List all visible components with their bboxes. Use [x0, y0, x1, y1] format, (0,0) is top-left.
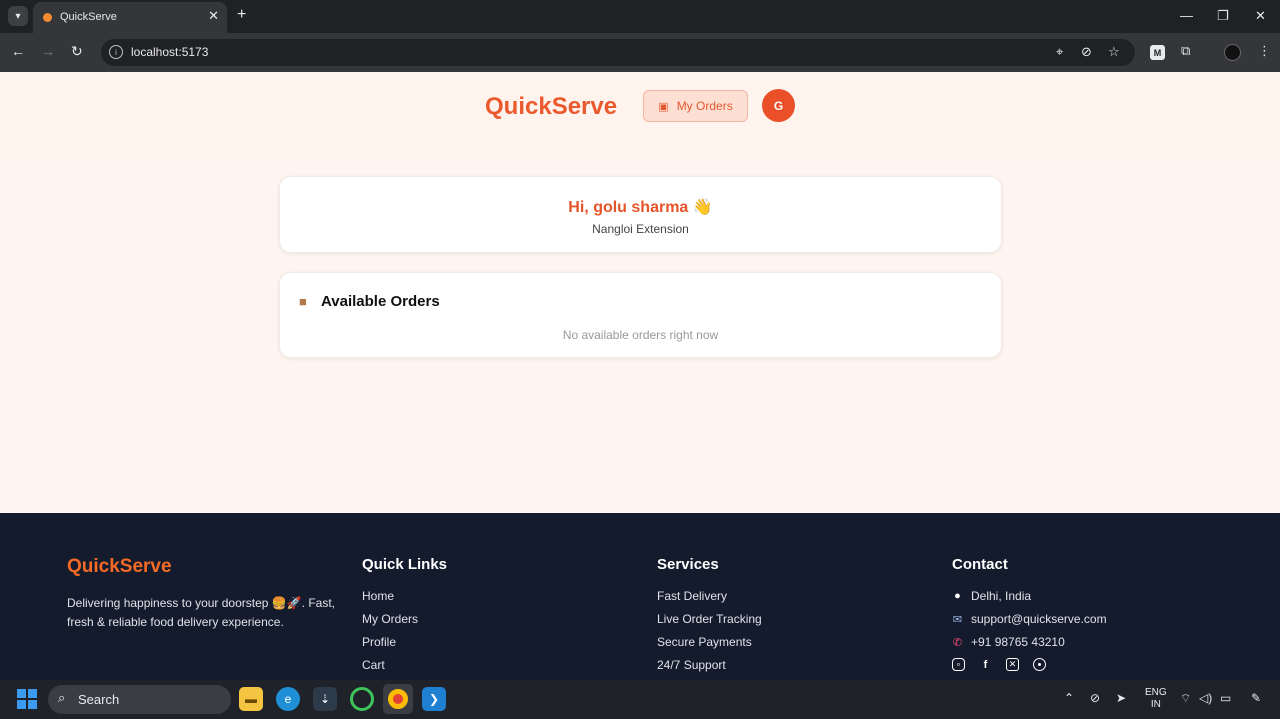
search-icon: ⌕ [58, 690, 66, 705]
contact-email: ✉ support@quickserve.com [952, 612, 1107, 626]
language-line: ENG [1145, 687, 1167, 698]
package-icon: ■ [299, 294, 307, 309]
wifi-icon[interactable]: ⌔ [1180, 691, 1191, 706]
browser-toolbar: ← → ↻ i localhost:5173 ⌖ ⊘ ☆ M ⧉ ⋮ [0, 33, 1280, 72]
profile-avatar-icon[interactable] [1224, 44, 1241, 61]
bookmark-star-icon[interactable]: ☆ [1108, 44, 1120, 60]
tab-search-button[interactable]: ▾ [8, 6, 28, 26]
facebook-icon[interactable]: f [979, 658, 992, 671]
new-tab-icon[interactable]: + [237, 6, 246, 24]
battery-icon[interactable]: ▭ [1220, 691, 1231, 705]
email-icon: ✉ [952, 613, 963, 626]
footer-link-my-orders[interactable]: My Orders [362, 612, 447, 626]
volume-icon[interactable]: ◁) [1199, 691, 1212, 705]
favicon-icon [43, 13, 52, 22]
service-item: Secure Payments [657, 635, 752, 649]
back-icon[interactable]: ← [11, 43, 25, 59]
greeting-text: Hi, golu sharma 👋 [568, 199, 713, 216]
brand-logo[interactable]: QuickServe [485, 93, 617, 121]
minimize-icon[interactable]: — [1180, 8, 1193, 23]
x-twitter-icon[interactable]: ✕ [1006, 658, 1019, 671]
windows-start-icon[interactable] [17, 689, 37, 709]
contact-heading: Contact [952, 556, 1008, 573]
extension-m-icon[interactable]: M [1150, 45, 1165, 60]
services-heading: Services [657, 556, 719, 573]
available-orders-title: Available Orders [321, 293, 440, 310]
social-links: ◦ f ✕ • [952, 658, 1107, 671]
restore-icon[interactable]: ❐ [1217, 8, 1229, 24]
windows-taskbar: ⌕ Search ▬ e ⇣ ❯ ⌃ ⊘ ➤ ENG IN ⌔ ◁) ▭ ✎ [0, 680, 1280, 719]
language-indicator[interactable]: ENG IN [1145, 687, 1167, 711]
user-avatar[interactable]: G [762, 89, 795, 122]
greeting-card: Hi, golu sharma 👋 Nangloi Extension [279, 176, 1002, 253]
address-bar[interactable]: i localhost:5173 ⌖ ⊘ ☆ [101, 39, 1135, 66]
contact-email-text[interactable]: support@quickserve.com [971, 612, 1107, 626]
extensions-icon[interactable]: ⧉ [1181, 43, 1190, 59]
reload-icon[interactable]: ↻ [71, 43, 83, 60]
forward-icon[interactable]: → [41, 43, 55, 59]
phone-icon: ✆ [952, 636, 963, 649]
meet-now-icon[interactable]: ⊘ [1090, 691, 1100, 705]
quick-links-heading: Quick Links [362, 556, 448, 573]
footer-link-home[interactable]: Home [362, 589, 447, 603]
close-tab-icon[interactable]: ✕ [208, 8, 219, 24]
refresh-app-icon[interactable] [350, 687, 374, 711]
site-info-icon[interactable]: i [109, 45, 123, 59]
vscode-icon[interactable]: ❯ [422, 687, 446, 711]
page-content: QuickServe ▣ My Orders G Hi, golu sharma… [0, 72, 1280, 513]
footer-link-cart[interactable]: Cart [362, 658, 447, 672]
footer-tagline: Delivering happiness to your doorstep 🍔🚀… [67, 596, 336, 629]
footer-link-profile[interactable]: Profile [362, 635, 447, 649]
location-arrow-icon[interactable]: ➤ [1116, 691, 1126, 705]
tab-title: QuickServe [60, 11, 117, 23]
edge-icon[interactable]: e [276, 687, 300, 711]
site-footer: QuickServe Delivering happiness to your … [0, 513, 1280, 680]
region-line: IN [1150, 699, 1161, 710]
empty-orders-message: No available orders right now [562, 328, 719, 342]
footer-brand: QuickServe [67, 556, 172, 577]
location-icon[interactable]: ⌖ [1056, 44, 1063, 60]
contact-column: Contact ● Delhi, India ✉ support@quickse… [952, 556, 1107, 671]
chevron-up-icon[interactable]: ⌃ [1064, 691, 1074, 705]
site-header: QuickServe ▣ My Orders G [0, 72, 1280, 156]
quick-links-column: Quick Links Home My Orders Profile Cart [362, 556, 447, 680]
user-location: Nangloi Extension [592, 222, 689, 236]
url-text[interactable]: localhost:5173 [131, 45, 208, 59]
contact-location: ● Delhi, India [952, 589, 1107, 603]
map-pin-icon: ● [954, 590, 961, 602]
contact-location-text: Delhi, India [971, 589, 1032, 603]
service-item: 24/7 Support [657, 658, 726, 672]
contact-phone-text[interactable]: +91 98765 43210 [971, 635, 1065, 649]
menu-kebab-icon[interactable]: ⋮ [1258, 43, 1271, 59]
instagram-icon[interactable]: ◦ [952, 658, 965, 671]
service-item: Live Order Tracking [657, 612, 762, 626]
services-column: Services Fast Delivery Live Order Tracki… [657, 556, 762, 680]
contact-phone: ✆ +91 98765 43210 [952, 635, 1107, 649]
eye-off-icon[interactable]: ⊘ [1081, 44, 1092, 60]
close-window-icon[interactable]: ✕ [1255, 8, 1266, 24]
service-item: Fast Delivery [657, 589, 728, 603]
taskbar-search[interactable]: ⌕ Search [48, 685, 231, 714]
my-orders-label: My Orders [676, 99, 733, 113]
taskbar-search-label: Search [78, 692, 120, 707]
available-orders-card: ■ Available Orders No available orders r… [279, 272, 1002, 358]
receipt-icon: ▣ [658, 100, 669, 113]
browser-tab[interactable]: QuickServe ✕ [33, 2, 227, 33]
store-icon[interactable]: ⇣ [313, 687, 337, 711]
notifications-icon[interactable]: ✎ [1251, 691, 1261, 705]
github-icon[interactable]: • [1033, 658, 1046, 671]
my-orders-button[interactable]: ▣ My Orders [643, 90, 748, 122]
chrome-icon[interactable] [383, 684, 413, 714]
browser-tab-strip: ▾ QuickServe ✕ + — ❐ ✕ [0, 0, 1280, 33]
file-explorer-icon[interactable]: ▬ [239, 687, 263, 711]
